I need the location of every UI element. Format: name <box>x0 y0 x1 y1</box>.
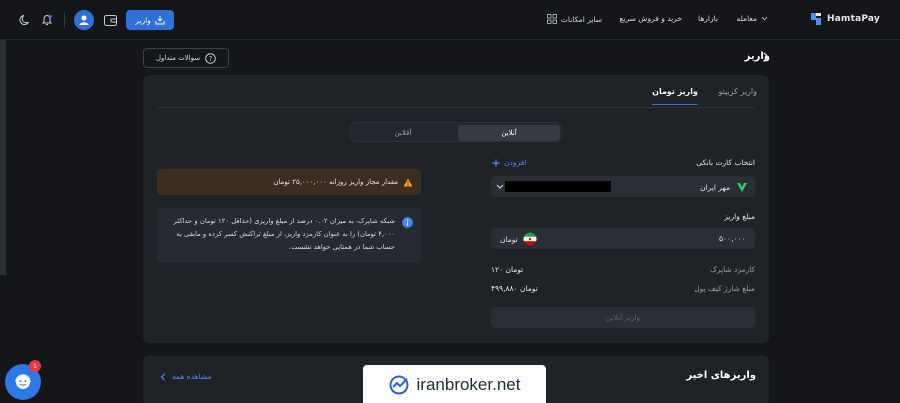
faq-label: سوالات متداول <box>155 54 201 62</box>
header-deposit-button[interactable]: واریز <box>126 10 174 30</box>
warning-icon <box>403 178 413 187</box>
header-deposit-label: واریز <box>135 15 151 25</box>
wallet-charge-value: ۴۹۹,۸۸۰ تومان <box>491 284 538 293</box>
online-deposit-label: واریز آنلاین <box>605 313 641 322</box>
select-chevron <box>496 183 504 192</box>
wallet-button[interactable] <box>101 11 119 29</box>
moon-icon <box>19 15 29 25</box>
info-icon <box>402 217 413 228</box>
chevron-right-icon <box>763 52 769 62</box>
svg-text:?: ? <box>209 55 213 63</box>
bank-logo-icon <box>737 183 747 192</box>
theme-toggle[interactable] <box>16 11 34 29</box>
tab-crypto-deposit[interactable]: واریز کریپتو <box>718 87 757 104</box>
masked-card-number <box>505 181 611 192</box>
amount-label: مبلغ واریز <box>724 212 755 221</box>
chevron-down-icon <box>496 184 504 189</box>
nav-trade[interactable]: معامله <box>737 14 768 23</box>
mode-offline[interactable]: آفلاین <box>352 125 454 141</box>
fee-info-text: شبکه شاپرک، به میزان ۰.۰۲ درصد از مبلغ و… <box>173 217 395 251</box>
mode-offline-label: آفلاین <box>394 129 412 137</box>
profile-avatar[interactable] <box>74 10 94 30</box>
tab-crypto-label: واریز کریپتو <box>718 87 757 96</box>
headset-icon <box>15 374 31 389</box>
question-circle-icon: ? <box>205 52 216 64</box>
selected-bank: مهر ایران <box>700 182 748 193</box>
grid-icon <box>546 14 557 24</box>
chevron-left-icon <box>160 373 165 380</box>
nav-other-features[interactable]: سایر امکانات <box>546 14 602 24</box>
fee-value: ۱۲۰ تومان <box>491 265 524 274</box>
fee-label: کارمزد شاپرک <box>710 265 755 274</box>
nav-markets-label: بازارها <box>698 14 718 23</box>
wallet-icon <box>103 14 117 26</box>
online-deposit-button[interactable]: واریز آنلاین <box>491 307 755 328</box>
add-card-label: افزودن <box>504 158 527 167</box>
chevron-down-icon <box>761 16 768 21</box>
nav-quick-buy-sell-label: خرید و فروش سریع <box>619 14 682 23</box>
tabs-divider <box>157 107 755 108</box>
watermark: iranbroker.net <box>363 365 546 403</box>
faq-button[interactable]: سوالات متداول ? <box>143 48 229 68</box>
left-scrollbar[interactable] <box>0 40 6 275</box>
currency-label: تومان <box>500 234 518 244</box>
mode-online-label: آنلاین <box>501 129 517 137</box>
download-icon <box>155 16 165 25</box>
hamtapay-logo-icon <box>811 13 822 25</box>
notifications-button[interactable] <box>38 11 56 29</box>
amount-value: ۵۰۰,۰۰۰ <box>719 234 746 243</box>
daily-limit-text: مقدار مجاز واریز روزانه ۲۵,۰۰۰,۰۰۰ تومان <box>273 178 398 186</box>
watermark-text: iranbroker.net <box>416 375 521 394</box>
bell-icon <box>41 14 53 25</box>
tab-toman-label: واریز تومان <box>652 87 698 96</box>
support-badge: 1 <box>29 360 41 372</box>
brand-name: HamtaPay <box>827 14 880 24</box>
wallet-charge-label: مبلغ شارژ کیف پول <box>694 284 755 293</box>
chart-logo-icon <box>389 375 409 395</box>
nav-quick-buy-sell[interactable]: خرید و فروش سریع <box>619 14 682 23</box>
bank-name: مهر ایران <box>700 183 730 192</box>
brand-logo[interactable]: HamtaPay <box>809 12 880 26</box>
view-all-label: مشاهده همه <box>172 372 212 381</box>
user-icon <box>79 15 89 25</box>
tab-toman-deposit[interactable]: واریز تومان <box>652 87 698 105</box>
plus-icon <box>492 159 500 166</box>
fee-info-alert: شبکه شاپرک، به میزان ۰.۰۲ درصد از مبلغ و… <box>157 208 421 263</box>
nav-markets[interactable]: بازارها <box>698 14 718 23</box>
mode-online[interactable]: آنلاین <box>458 125 560 141</box>
header-divider <box>64 12 65 28</box>
nav-trade-label: معامله <box>736 14 757 23</box>
bank-card-label: انتخاب کارت بانکی <box>696 158 755 167</box>
currency-selector[interactable]: تومان <box>500 232 537 246</box>
warning-icon-wrap <box>403 178 413 189</box>
add-card-button[interactable]: افزودن <box>492 158 526 167</box>
nav-other-features-label: سایر امکانات <box>560 14 602 24</box>
iran-flag-icon <box>523 232 537 246</box>
recent-deposits-title: واریزهای اخیر <box>686 370 756 381</box>
view-all-link[interactable]: مشاهده همه <box>160 372 212 381</box>
back-button[interactable] <box>762 52 770 64</box>
